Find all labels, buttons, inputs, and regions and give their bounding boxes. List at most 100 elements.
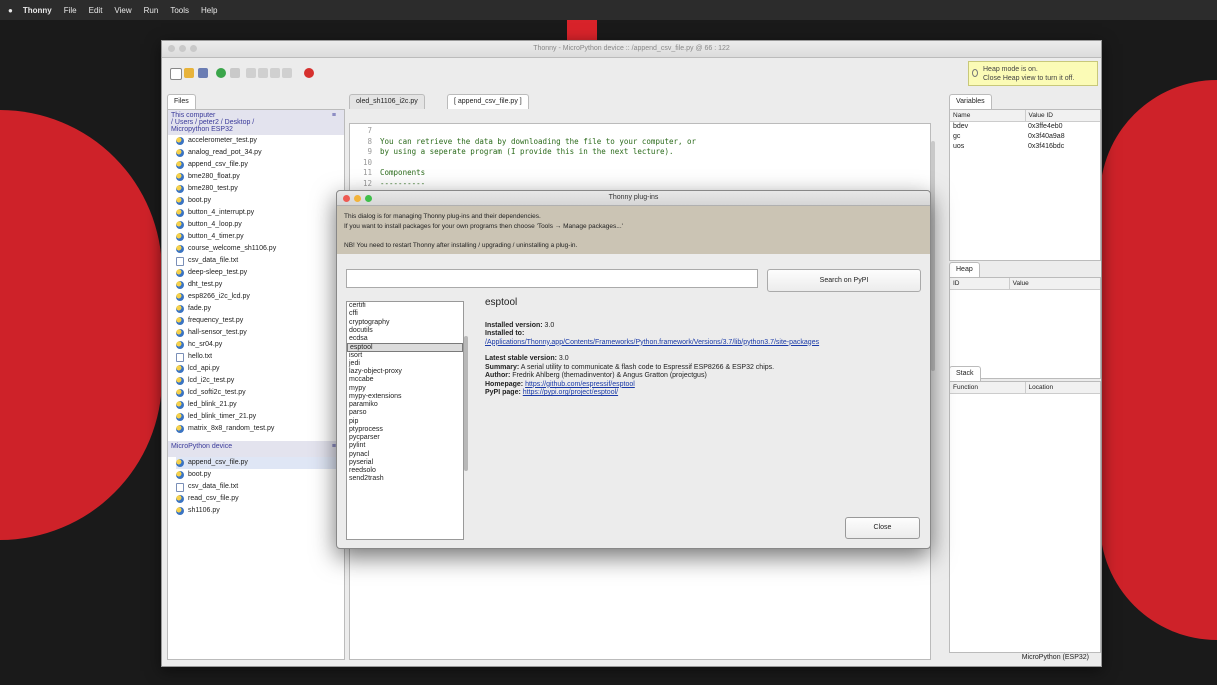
file-item[interactable]: button_4_timer.py — [176, 231, 344, 243]
tab-stack[interactable]: Stack — [949, 366, 981, 381]
save-file-icon[interactable] — [198, 68, 208, 78]
code-line[interactable]: 8 You can retrieve the data by downloadin… — [350, 137, 930, 148]
package-item[interactable]: ecdsa — [347, 335, 463, 343]
file-item[interactable]: fade.py — [176, 303, 344, 315]
dialog-close-icon[interactable] — [343, 195, 350, 202]
pypi-link[interactable]: https://pypi.org/project/esptool/ — [523, 389, 618, 396]
file-item[interactable]: button_4_loop.py — [176, 219, 344, 231]
new-file-icon[interactable] — [170, 68, 182, 80]
code-line[interactable]: 9 by using a seperate program (I provide … — [350, 147, 930, 158]
file-item[interactable]: hall-sensor_test.py — [176, 327, 344, 339]
col-function[interactable]: Function — [950, 382, 1026, 393]
variable-row[interactable]: bdev 0x3ffe4eb0 — [950, 122, 1100, 132]
menu-help[interactable]: Help — [201, 6, 217, 15]
package-item[interactable]: paramiko — [347, 401, 463, 409]
package-item[interactable]: mccabe — [347, 376, 463, 384]
package-item[interactable]: cffi — [347, 310, 463, 318]
tab-append-csv[interactable]: [ append_csv_file.py ] — [447, 94, 529, 109]
tab-variables[interactable]: Variables — [949, 94, 992, 109]
package-item[interactable]: pycparser — [347, 434, 463, 442]
file-item[interactable]: deep-sleep_test.py — [176, 267, 344, 279]
menu-tools[interactable]: Tools — [170, 6, 189, 15]
package-list-scrollbar[interactable] — [464, 336, 468, 471]
apple-icon[interactable]: ● — [8, 6, 13, 15]
debug-icon[interactable] — [230, 68, 240, 78]
stop-icon[interactable] — [304, 68, 314, 78]
package-item[interactable]: mypy — [347, 385, 463, 393]
search-pypi-button[interactable]: Search on PyPI — [767, 269, 921, 292]
interpreter-status[interactable]: MicroPython (ESP32) — [1022, 654, 1089, 661]
file-item[interactable]: lcd_softi2c_test.py — [176, 387, 344, 399]
menu-edit[interactable]: Edit — [89, 6, 103, 15]
editor-scrollbar[interactable] — [931, 141, 935, 371]
open-file-icon[interactable] — [184, 68, 194, 78]
code-line[interactable]: 11 Components — [350, 168, 930, 179]
file-item[interactable]: analog_read_pot_34.py — [176, 147, 344, 159]
col-location[interactable]: Location — [1026, 382, 1101, 393]
code-line[interactable]: 7 — [350, 126, 930, 137]
package-item[interactable]: send2trash — [347, 475, 463, 483]
step-into-icon[interactable] — [258, 68, 268, 78]
variable-row[interactable]: uos 0x3f416bdc — [950, 142, 1100, 152]
package-item[interactable]: certifi — [347, 302, 463, 310]
file-item[interactable]: hc_sr04.py — [176, 339, 344, 351]
package-item[interactable]: cryptography — [347, 319, 463, 327]
resume-icon[interactable] — [282, 68, 292, 78]
package-item[interactable]: parso — [347, 409, 463, 417]
file-item[interactable]: frequency_test.py — [176, 315, 344, 327]
file-item[interactable]: bme280_float.py — [176, 171, 344, 183]
run-icon[interactable] — [216, 68, 226, 78]
installed-to-link[interactable]: /Applications/Thonny.app/Contents/Framew… — [485, 339, 925, 348]
variable-row[interactable]: gc 0x3f40a9a8 — [950, 132, 1100, 142]
file-item[interactable]: csv_data_file.txt — [176, 481, 344, 493]
package-item[interactable]: ptyprocess — [347, 426, 463, 434]
tab-heap[interactable]: Heap — [949, 262, 980, 277]
file-item[interactable]: csv_data_file.txt — [176, 255, 344, 267]
menu-app-name[interactable]: Thonny — [23, 6, 52, 15]
tab-files[interactable]: Files — [167, 94, 196, 109]
file-item[interactable]: sh1106.py — [176, 505, 344, 517]
search-input[interactable] — [346, 269, 758, 288]
micropython-device-header[interactable]: MicroPython device ≡ — [168, 441, 344, 457]
homepage-link[interactable]: https://github.com/espressif/esptool — [525, 381, 635, 388]
menu-view[interactable]: View — [114, 6, 131, 15]
package-item[interactable]: jedi — [347, 360, 463, 368]
close-button[interactable]: Close — [845, 517, 920, 539]
package-item[interactable]: reedsolo — [347, 467, 463, 475]
file-item[interactable]: read_csv_file.py — [176, 493, 344, 505]
tab-oled-sh1106[interactable]: oled_sh1106_i2c.py — [349, 94, 425, 109]
file-item[interactable]: lcd_i2c_test.py — [176, 375, 344, 387]
file-item[interactable]: accelerometer_test.py — [176, 135, 344, 147]
file-item[interactable]: bme280_test.py — [176, 183, 344, 195]
file-item[interactable]: matrix_8x8_random_test.py — [176, 423, 344, 435]
file-item[interactable]: button_4_interrupt.py — [176, 207, 344, 219]
col-name[interactable]: Name — [950, 110, 1026, 121]
package-item[interactable]: pylint — [347, 442, 463, 450]
dialog-minimize-icon[interactable] — [354, 195, 361, 202]
close-window-icon[interactable] — [168, 45, 175, 52]
minimize-window-icon[interactable] — [179, 45, 186, 52]
menu-dot-icon[interactable]: ≡ — [332, 112, 336, 119]
file-item[interactable]: hello.txt — [176, 351, 344, 363]
col-value[interactable]: Value — [1010, 278, 1100, 289]
zoom-window-icon[interactable] — [190, 45, 197, 52]
file-item[interactable]: boot.py — [176, 195, 344, 207]
this-computer-header[interactable]: This computer / Users / peter2 / Desktop… — [168, 110, 344, 135]
file-item[interactable]: led_blink_timer_21.py — [176, 411, 344, 423]
menu-run[interactable]: Run — [144, 6, 159, 15]
file-item[interactable]: boot.py — [176, 469, 344, 481]
code-line[interactable]: 12 ---------- — [350, 179, 930, 190]
heap-mode-notice[interactable]: Heap mode is on. Close Heap view to turn… — [968, 61, 1098, 86]
code-line[interactable]: 10 — [350, 158, 930, 169]
package-item[interactable]: docutils — [347, 327, 463, 335]
file-item[interactable]: append_csv_file.py — [176, 457, 344, 469]
package-item[interactable]: pyserial — [347, 459, 463, 467]
file-item[interactable]: append_csv_file.py — [176, 159, 344, 171]
step-over-icon[interactable] — [246, 68, 256, 78]
package-list[interactable]: certifi cffi cryptography docutils ecdsa espt… — [346, 301, 464, 540]
col-value-id[interactable]: Value ID — [1026, 110, 1101, 121]
package-item[interactable]: esptool — [347, 343, 463, 352]
package-item[interactable]: mypy-extensions — [347, 393, 463, 401]
col-id[interactable]: ID — [950, 278, 1010, 289]
package-item[interactable]: pynacl — [347, 451, 463, 459]
